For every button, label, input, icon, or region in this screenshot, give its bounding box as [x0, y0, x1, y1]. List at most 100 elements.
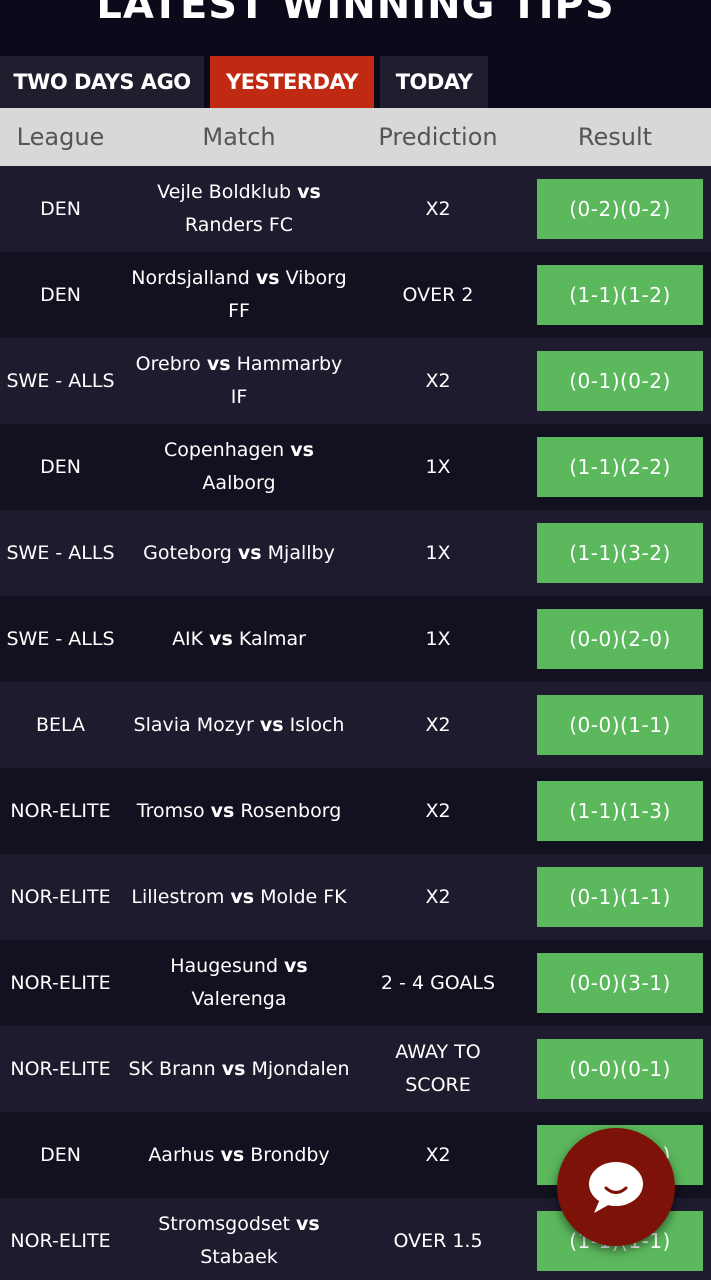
table-row: NOR-ELITE Lillestrom vs Molde FK X2 (0-1)(1… [0, 854, 711, 940]
match-text: Vejle Boldklub vs Randers FC [125, 176, 353, 242]
prediction-cell: AWAY TO SCORE [395, 1041, 481, 1096]
away-team: Valerenga [191, 988, 287, 1010]
table-row: DEN Nordsjalland vs Viborg FF OVER 2 (1-1)(… [0, 252, 711, 338]
header-match: Match [202, 123, 276, 151]
home-team: Vejle Boldklub [157, 181, 292, 203]
match-cell: Tromso vs Rosenborg [121, 795, 357, 828]
table-row: NOR-ELITE Haugesund vs Valerenga 2 - 4 GOA… [0, 940, 711, 1026]
vs-label: vs [209, 627, 233, 650]
prediction-cell: X2 [425, 885, 451, 908]
league-cell: BELA [35, 713, 86, 736]
vs-label: vs [221, 1057, 246, 1080]
result-cell: (1-1)(3-2) [519, 523, 711, 583]
home-team: Copenhagen [164, 439, 285, 461]
header-result: Result [577, 123, 653, 151]
away-team: Isloch [289, 713, 345, 736]
prediction-cell: 1X [425, 541, 451, 564]
vs-label: vs [237, 541, 262, 564]
home-team: Aarhus [148, 1143, 215, 1166]
league-cell: SWE - ALLS [6, 541, 115, 564]
match-text: Lillestrom vs Molde FK [131, 881, 346, 914]
prediction-cell: 1X [425, 455, 451, 478]
away-team: Stabaek [200, 1246, 278, 1268]
result-badge: (0-0)(2-0) [537, 609, 703, 669]
table-row: NOR-ELITE Tromso vs Rosenborg X2 (1-1)(1-3) [0, 768, 711, 854]
home-team: Lillestrom [131, 885, 225, 908]
home-team: Orebro [135, 353, 201, 375]
away-team: Brondby [250, 1143, 330, 1166]
match-text: Slavia Mozyr vs Isloch [134, 709, 345, 742]
table-header: League Match Prediction Result [0, 108, 711, 166]
page-title: LATEST WINNING TIPS [96, 0, 615, 28]
result-badge: (0-2)(0-2) [537, 179, 703, 239]
match-text: Stromsgodset vs Stabaek [125, 1208, 353, 1274]
home-team: Slavia Mozyr [133, 713, 254, 736]
table-row: SWE - ALLS AIK vs Kalmar 1X (0-0)(2-0) [0, 596, 711, 682]
result-cell: (1-1)(1-3) [519, 781, 711, 841]
league-cell: DEN [40, 283, 81, 306]
prediction-cell: OVER 2 [402, 283, 474, 306]
result-cell: (0-0)(3-1) [519, 953, 711, 1013]
match-cell: Lillestrom vs Molde FK [121, 881, 357, 914]
match-text: AIK vs Kalmar [172, 623, 306, 656]
league-cell: DEN [40, 197, 81, 220]
prediction-cell: 2 - 4 GOALS [380, 971, 496, 994]
prediction-cell: X2 [425, 197, 451, 220]
match-text: Tromso vs Rosenborg [137, 795, 342, 828]
table-row: DEN Copenhagen vs Aalborg 1X (1-1)(2-2) [0, 424, 711, 510]
vs-label: vs [297, 181, 321, 203]
match-cell: Slavia Mozyr vs Isloch [121, 709, 357, 742]
league-cell: SWE - ALLS [6, 627, 115, 650]
prediction-cell: 1X [425, 627, 451, 650]
tab-today[interactable]: TODAY [380, 56, 488, 108]
match-cell: Orebro vs Hammarby IF [121, 348, 357, 414]
result-cell: (1-1)(1-2) [519, 265, 711, 325]
match-cell: AIK vs Kalmar [121, 623, 357, 656]
away-team: Kalmar [238, 627, 306, 650]
league-cell: SWE - ALLS [6, 369, 115, 392]
league-cell: NOR-ELITE [10, 799, 111, 822]
vs-label: vs [296, 1213, 320, 1235]
home-team: SK Brann [128, 1057, 216, 1080]
match-text: Goteborg vs Mjallby [143, 537, 335, 570]
result-badge: (1-1)(2-2) [537, 437, 703, 497]
away-team: Molde FK [260, 885, 347, 908]
table-row: SWE - ALLS Goteborg vs Mjallby 1X (1-1)(3-2… [0, 510, 711, 596]
match-cell: Stromsgodset vs Stabaek [121, 1208, 357, 1274]
chat-bubble-icon [589, 1162, 643, 1213]
home-team: Stromsgodset [158, 1213, 290, 1235]
match-cell: Haugesund vs Valerenga [121, 950, 357, 1016]
tab-yesterday[interactable]: YESTERDAY [210, 56, 374, 108]
result-badge: (0-1)(1-1) [537, 867, 703, 927]
away-team: Aalborg [202, 472, 276, 494]
tips-table-body: DEN Vejle Boldklub vs Randers FC X2 (0-2)(0… [0, 166, 711, 1280]
result-cell: (1-1)(2-2) [519, 437, 711, 497]
match-text: Nordsjalland vs Viborg FF [125, 262, 353, 328]
vs-label: vs [220, 1143, 245, 1166]
home-team: Nordsjalland [131, 267, 250, 289]
result-badge: (1-1)(3-2) [537, 523, 703, 583]
match-text: Orebro vs Hammarby IF [125, 348, 353, 414]
tab-two-days-ago[interactable]: TWO DAYS AGO [0, 56, 204, 108]
chat-button[interactable] [557, 1128, 675, 1246]
league-cell: NOR-ELITE [10, 1229, 111, 1252]
match-text: Aarhus vs Brondby [148, 1139, 329, 1172]
prediction-cell: X2 [425, 1143, 451, 1166]
league-cell: DEN [40, 1143, 81, 1166]
result-cell: (0-0)(1-1) [519, 695, 711, 755]
league-cell: NOR-ELITE [10, 1057, 111, 1080]
match-cell: Aarhus vs Brondby [121, 1139, 357, 1172]
match-text: Copenhagen vs Aalborg [125, 434, 353, 500]
vs-label: vs [255, 267, 280, 289]
table-row: DEN Vejle Boldklub vs Randers FC X2 (0-2)(0… [0, 166, 711, 252]
away-team: Randers FC [184, 214, 294, 236]
home-team: Haugesund [170, 955, 278, 977]
prediction-cell: X2 [425, 713, 451, 736]
away-team: Rosenborg [240, 799, 342, 822]
match-cell: Copenhagen vs Aalborg [121, 434, 357, 500]
title-bar: LATEST WINNING TIPS [0, 0, 711, 54]
table-row: BELA Slavia Mozyr vs Isloch X2 (0-0)(1-1) [0, 682, 711, 768]
result-cell: (0-1)(0-2) [519, 351, 711, 411]
header-prediction: Prediction [378, 123, 498, 151]
vs-label: vs [284, 955, 308, 977]
